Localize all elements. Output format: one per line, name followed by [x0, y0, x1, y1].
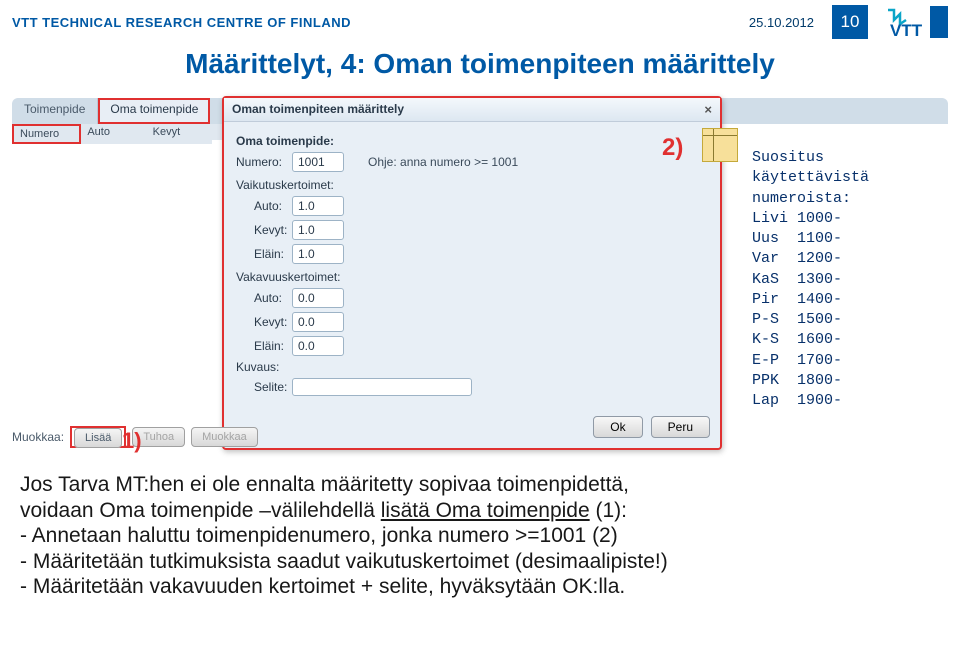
- numero-input[interactable]: 1001: [292, 152, 344, 172]
- col-auto: Auto: [81, 124, 146, 144]
- sugg-r8: E-P 1700-: [752, 351, 869, 371]
- sugg-l1: Suositus: [752, 148, 869, 168]
- sugg-r10: Lap 1900-: [752, 391, 869, 411]
- marker-2: 2): [662, 134, 683, 162]
- svg-text:VTT: VTT: [890, 21, 923, 38]
- col-numero: Numero: [12, 124, 81, 144]
- sugg-r6: P-S 1500-: [752, 310, 869, 330]
- body-l2u: lisätä Oma toimenpide: [381, 499, 590, 522]
- body-text: Jos Tarva MT:hen ei ole ennalta määritet…: [20, 472, 940, 600]
- vaik-auto-input[interactable]: 1.0: [292, 196, 344, 216]
- vak-elain-label: Eläin:: [236, 339, 292, 353]
- vak-auto-input[interactable]: 0.0: [292, 288, 344, 308]
- kuvaus-label: Kuvaus:: [236, 360, 292, 374]
- vak-elain-input[interactable]: 0.0: [292, 336, 344, 356]
- vak-kevyt-input[interactable]: 0.0: [292, 312, 344, 332]
- slide-header: VTT TECHNICAL RESEARCH CENTRE OF FINLAND…: [0, 0, 960, 40]
- page-number: 10: [832, 5, 868, 39]
- dialog-body: Oma toimenpide: Numero: 1001 Ohje: anna …: [224, 122, 720, 410]
- sugg-l3: numeroista:: [752, 189, 869, 209]
- sugg-r3: Var 1200-: [752, 249, 869, 269]
- dialog-oman-toimenpiteen: Oman toimenpiteen määrittely × Oma toime…: [222, 96, 722, 450]
- body-l2-wrap: voidaan Oma toimenpide –välilehdellä lis…: [20, 498, 940, 524]
- vaik-elain-label: Eläin:: [236, 247, 292, 261]
- numero-hint: Ohje: anna numero >= 1001: [368, 155, 518, 169]
- sugg-r5: Pir 1400-: [752, 290, 869, 310]
- sugg-l2: käytettävistä: [752, 168, 869, 188]
- modify-label: Muokkaa:: [12, 430, 64, 444]
- lisaa-wrapper: Lisää: [70, 426, 126, 448]
- dialog-titlebar: Oman toimenpiteen määrittely ×: [224, 98, 720, 122]
- tab-oma-toimenpide[interactable]: Oma toimenpide: [98, 98, 210, 124]
- body-l1: Jos Tarva MT:hen ei ole ennalta määritet…: [20, 472, 940, 498]
- body-l3: - Annetaan haluttu toimenpidenumero, jon…: [20, 523, 940, 549]
- suggestion-block: Suositus käytettävistä numeroista: Livi …: [752, 148, 869, 411]
- vaik-elain-input[interactable]: 1.0: [292, 244, 344, 264]
- body-l5: - Määritetään vakavuuden kertoimet + sel…: [20, 574, 940, 600]
- vakavuus-header: Vakavuuskertoimet:: [236, 270, 708, 284]
- sugg-r2: Uus 1100-: [752, 229, 869, 249]
- ruler-icon: [702, 128, 738, 162]
- body-l4: - Määritetään tutkimuksista saadut vaiku…: [20, 549, 940, 575]
- header-right: 25.10.2012 10 VTT: [749, 5, 948, 39]
- ok-button[interactable]: Ok: [593, 416, 642, 438]
- close-icon[interactable]: ×: [704, 102, 712, 117]
- vak-auto-label: Auto:: [236, 291, 292, 305]
- peru-button[interactable]: Peru: [651, 416, 710, 438]
- sugg-r4: KaS 1300-: [752, 270, 869, 290]
- vak-kevyt-label: Kevyt:: [236, 315, 292, 329]
- vaik-kevyt-label: Kevyt:: [236, 223, 292, 237]
- dialog-footer: Ok Peru: [224, 410, 720, 448]
- numero-label: Numero:: [236, 155, 292, 169]
- dialog-title: Oman toimenpiteen määrittely: [232, 102, 404, 117]
- bg-column-headers: Numero Auto Kevyt: [12, 124, 212, 144]
- sugg-r7: K-S 1600-: [752, 330, 869, 350]
- vaik-auto-label: Auto:: [236, 199, 292, 213]
- marker-1: 1): [122, 428, 142, 454]
- lisaa-button[interactable]: Lisää: [74, 428, 122, 448]
- muokkaa-button[interactable]: Muokkaa: [191, 427, 258, 447]
- tab-toimenpide[interactable]: Toimenpide: [12, 98, 98, 124]
- vaikutus-header: Vaikutuskertoimet:: [236, 178, 708, 192]
- selite-label: Selite:: [236, 380, 292, 394]
- sugg-r9: PPK 1800-: [752, 371, 869, 391]
- body-l2b: (1):: [590, 499, 627, 522]
- vaik-kevyt-input[interactable]: 1.0: [292, 220, 344, 240]
- selite-input[interactable]: [292, 378, 472, 396]
- org-name: VTT TECHNICAL RESEARCH CENTRE OF FINLAND: [12, 15, 351, 30]
- slide-date: 25.10.2012: [749, 15, 814, 30]
- vtt-logo: VTT: [886, 6, 948, 38]
- oma-toimenpide-label: Oma toimenpide:: [236, 134, 334, 148]
- screenshot-canvas: Toimenpide Oma toimenpide Muutoskerroin …: [12, 86, 948, 466]
- sugg-r1: Livi 1000-: [752, 209, 869, 229]
- slide-title: Määrittelyt, 4: Oman toimenpiteen määrit…: [0, 48, 960, 80]
- col-kevyt: Kevyt: [147, 124, 212, 144]
- body-l2a: voidaan Oma toimenpide –välilehdellä: [20, 499, 381, 522]
